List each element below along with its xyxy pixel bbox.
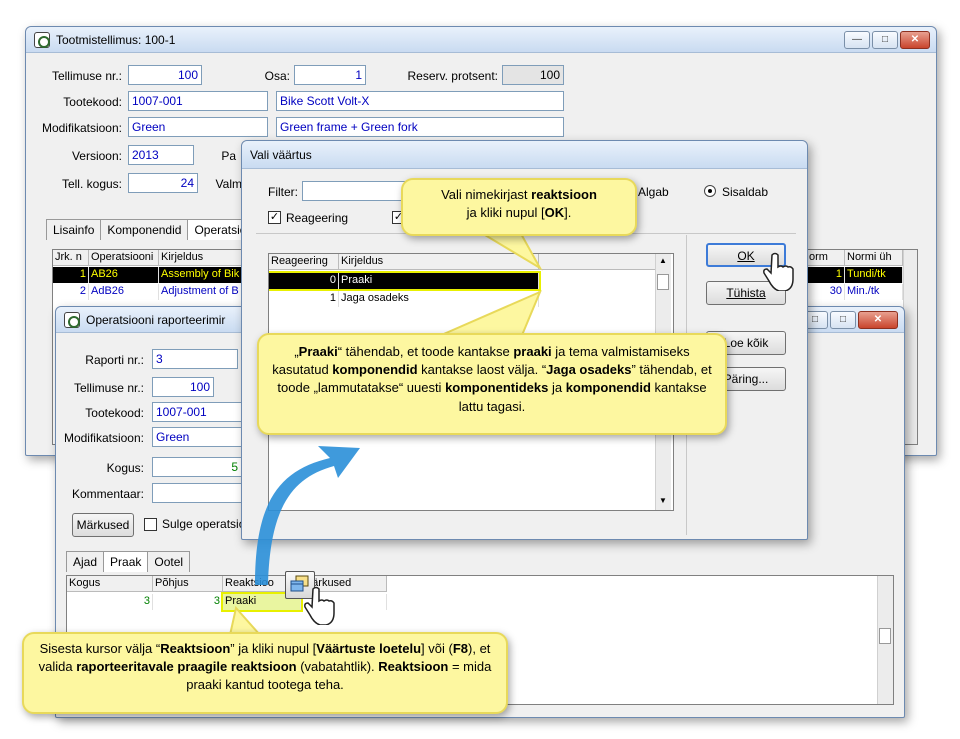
callout-select-reaction: Vali nimekirjast reaktsioon ja kliki nup…: [401, 178, 637, 236]
callout-enter-reaction: Sisesta kursor välja “Reaktsioon” ja kli…: [22, 632, 508, 714]
callout-bold: komponendid: [332, 362, 418, 378]
callout-text: Sisesta kursor välja “: [39, 641, 161, 656]
callout-text: ” ja kliki nupul [: [230, 641, 317, 656]
callout-bold: F8: [452, 641, 469, 656]
callout-bold: raporteeritavale praagile reaktsioon: [76, 659, 297, 675]
callout-bold: Reaktsioon: [160, 641, 231, 656]
callout-bold: Praaki: [298, 344, 338, 359]
callout-bold: reaktsioon: [531, 187, 597, 202]
callout-text: ] või (: [421, 641, 453, 656]
callout-text: ].: [564, 205, 572, 221]
callout-text: (vabatahtlik).: [296, 659, 379, 675]
callout-bold: Väärtuste loetelu: [316, 641, 422, 656]
callout-text: ja kliki nupul [: [466, 205, 545, 221]
callout-bold: komponendid: [565, 380, 651, 396]
callout-bold: praaki: [513, 344, 552, 359]
callout-text: “ tähendab, et toode kantakse: [337, 344, 514, 359]
callout-text: kantakse laost välja.: [417, 362, 539, 378]
callout-text: ja: [548, 380, 566, 396]
callout-bold: Reaktsioon: [378, 659, 449, 675]
callout-bold: Jaga osadeks: [546, 362, 632, 378]
callout-reaction-meaning: „Praaki“ tähendab, et toode kantakse pra…: [257, 333, 727, 435]
callout-bold: komponentideks: [445, 380, 549, 396]
callout-text: Vali nimekirjast: [441, 187, 532, 202]
callout-bold: OK: [544, 205, 565, 221]
